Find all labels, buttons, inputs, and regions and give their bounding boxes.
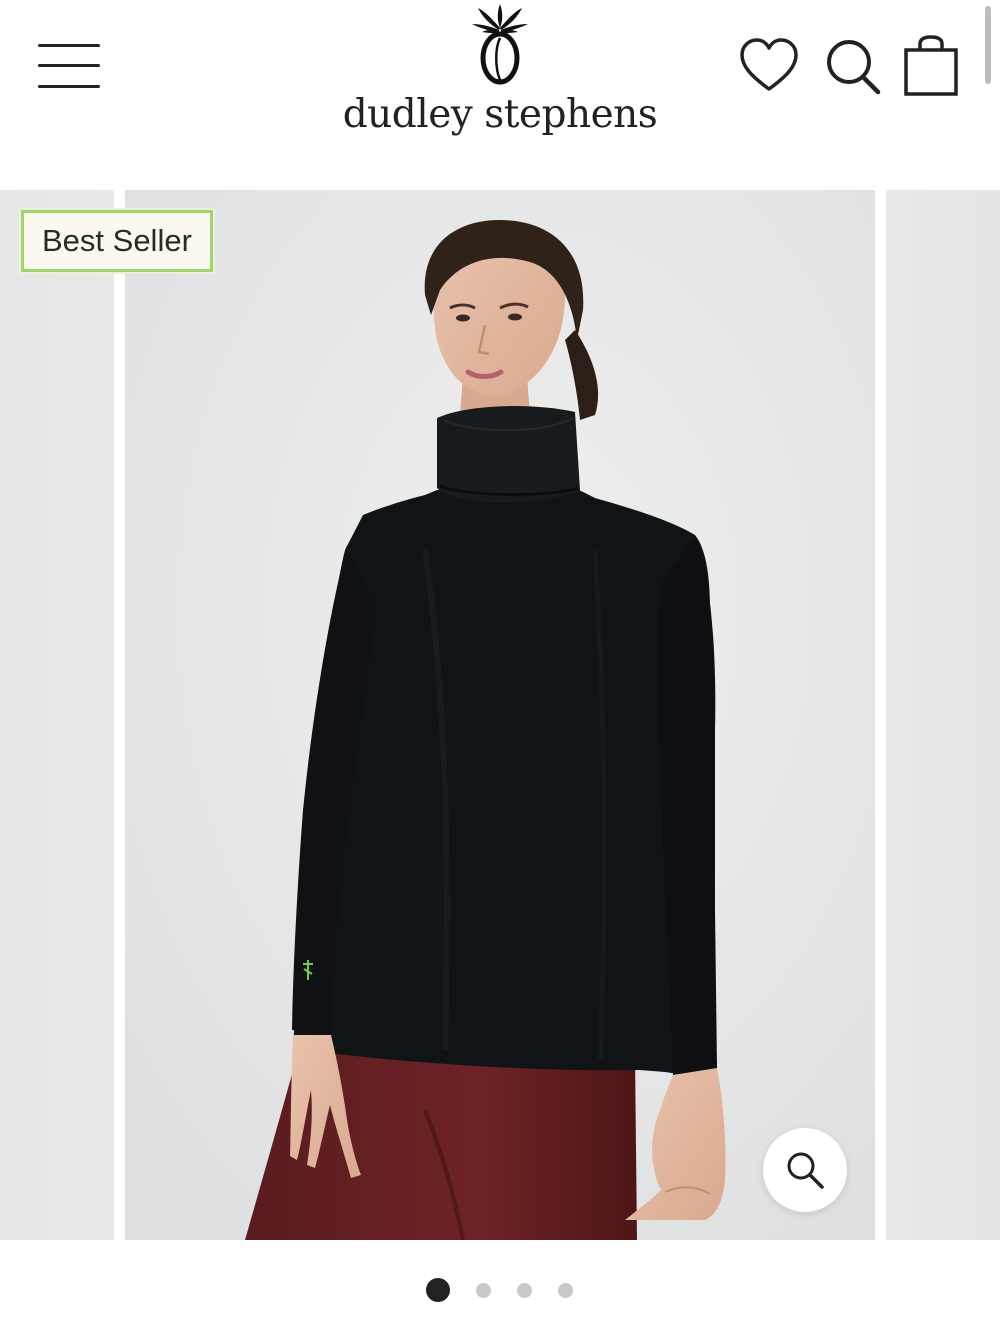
bag-icon[interactable] — [900, 34, 964, 98]
brand-name: dudley stephens — [342, 92, 658, 137]
brand-logo[interactable]: dudley stephens — [340, 0, 660, 160]
carousel-dot-4[interactable] — [558, 1283, 573, 1298]
heart-icon[interactable] — [737, 34, 801, 98]
carousel-pagination — [0, 1278, 1000, 1302]
menu-button[interactable] — [38, 42, 102, 90]
product-image[interactable] — [125, 190, 875, 1240]
page-scrollbar[interactable] — [985, 6, 991, 84]
carousel-dot-1[interactable] — [426, 1278, 450, 1302]
zoom-button[interactable] — [763, 1128, 847, 1212]
best-seller-badge: Best Seller — [21, 210, 213, 272]
search-icon[interactable] — [822, 34, 886, 98]
product-image-carousel[interactable] — [0, 190, 1000, 1240]
carousel-dot-2[interactable] — [476, 1283, 491, 1298]
carousel-dot-3[interactable] — [517, 1283, 532, 1298]
menu-icon-line-middle — [38, 64, 100, 67]
menu-icon-line-bottom — [38, 85, 100, 88]
menu-icon-line-top — [38, 44, 100, 47]
pineapple-logo-icon — [472, 4, 528, 85]
next-slide-peek[interactable] — [886, 190, 1000, 1240]
magnifier-icon — [787, 1152, 824, 1189]
model-photo — [125, 190, 875, 1240]
previous-slide-peek[interactable] — [0, 190, 114, 1240]
site-header: dudley stephens — [0, 0, 1000, 190]
